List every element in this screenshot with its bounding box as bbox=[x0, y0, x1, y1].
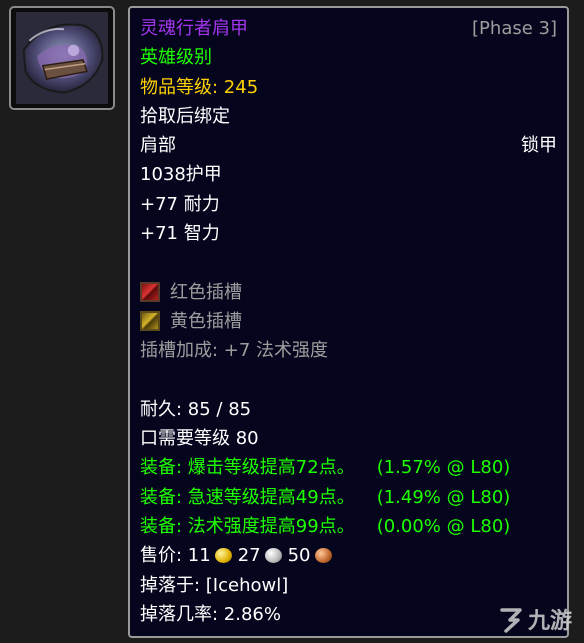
watermark: 九游 bbox=[496, 603, 572, 635]
equip-effect-text: 装备: 爆击等级提高72点。 bbox=[140, 457, 355, 479]
item-icon-frame[interactable] bbox=[9, 6, 115, 110]
equip-effect-pct: (1.57% @ L80) bbox=[376, 457, 511, 479]
socket-red-label: 红色插槽 bbox=[170, 281, 242, 303]
required-level: 口需要等级 80 bbox=[140, 428, 259, 450]
gold-coin-icon bbox=[214, 548, 232, 564]
equip-effect: 装备: 法术强度提高99点。 (0.00% @ L80) bbox=[140, 512, 557, 541]
drop-rate: 掉落几率: 2.86% bbox=[140, 603, 281, 625]
watermark-text: 九游 bbox=[527, 609, 572, 634]
stat-intellect: +71 智力 bbox=[140, 223, 220, 245]
yellow-socket-icon bbox=[140, 310, 160, 331]
socket-bonus: 插槽加成: +7 法术强度 bbox=[140, 340, 329, 362]
stat-stamina: +77 耐力 bbox=[140, 193, 220, 215]
slot-label: 肩部 bbox=[140, 135, 176, 157]
equip-effect: 装备: 爆击等级提高72点。 (1.57% @ L80) bbox=[140, 453, 557, 482]
item-level-label: 物品等级: bbox=[140, 76, 224, 98]
slot-row: 肩部 锁甲 bbox=[140, 131, 557, 160]
sell-price-label: 售价: bbox=[140, 545, 188, 567]
equip-effect-pct: (1.49% @ L80) bbox=[376, 486, 511, 508]
equip-effect-pct: (0.00% @ L80) bbox=[376, 516, 511, 538]
jiuyou-logo-icon bbox=[500, 608, 522, 633]
shoulder-armor-icon bbox=[16, 12, 108, 104]
item-tooltip: 灵魂行者肩甲 [Phase 3] 英雄级别 物品等级: 245 拾取后绑定 肩部… bbox=[128, 6, 569, 638]
copper-coin-icon bbox=[314, 548, 332, 564]
armor-value: 1038护甲 bbox=[140, 164, 222, 186]
armor-type-label: 锁甲 bbox=[521, 135, 557, 157]
socket-red: 红色插槽 bbox=[140, 278, 557, 307]
sell-price: 售价: 11 27 50 bbox=[140, 541, 557, 570]
tooltip-header: 灵魂行者肩甲 [Phase 3] bbox=[140, 14, 557, 43]
equip-effect: 装备: 急速等级提高49点。 (1.49% @ L80) bbox=[140, 483, 557, 512]
difficulty-label: 英雄级别 bbox=[140, 47, 212, 69]
equip-effect-text: 装备: 法术强度提高99点。 bbox=[140, 516, 355, 538]
gold-amount: 11 bbox=[187, 545, 211, 567]
socket-yellow-label: 黄色插槽 bbox=[170, 310, 242, 332]
durability: 耐久: 85 / 85 bbox=[140, 398, 252, 420]
item-level-value: 245 bbox=[223, 76, 259, 98]
red-socket-icon bbox=[140, 281, 160, 302]
equip-effect-text: 装备: 急速等级提高49点。 bbox=[140, 486, 355, 508]
socket-yellow: 黄色插槽 bbox=[140, 307, 557, 336]
silver-coin-icon bbox=[264, 548, 282, 564]
drop-source: 掉落于: [Icehowl] bbox=[140, 574, 289, 596]
item-name[interactable]: 灵魂行者肩甲 bbox=[140, 14, 248, 43]
phase-label: [Phase 3] bbox=[472, 18, 557, 39]
binding-label: 拾取后绑定 bbox=[140, 105, 230, 127]
silver-amount: 27 bbox=[237, 545, 261, 567]
item-level-line: 物品等级: 245 bbox=[140, 73, 557, 102]
copper-amount: 50 bbox=[287, 545, 311, 567]
